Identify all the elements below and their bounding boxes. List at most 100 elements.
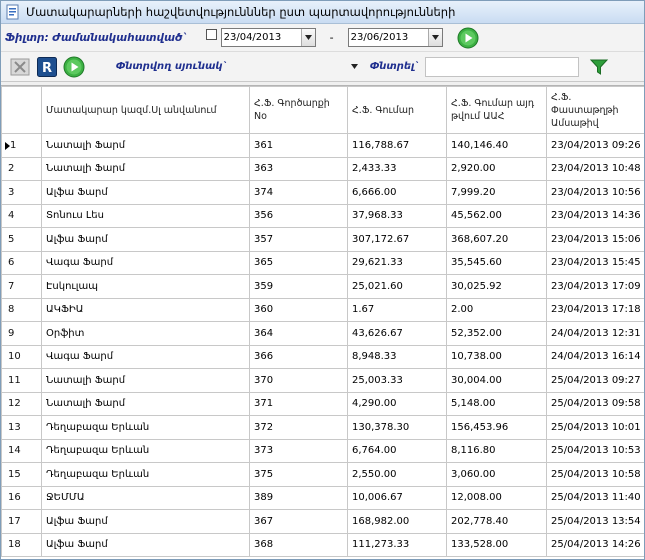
invoice-number-cell: 368 bbox=[249, 532, 348, 557]
supplier-name-cell: Դեղաբազա Երևան bbox=[41, 438, 250, 463]
supplier-name-cell: ԱԿՖԻԱ bbox=[41, 297, 250, 322]
amount-with-vat-cell: 156,453.96 bbox=[446, 415, 547, 440]
column-header-invoice-number[interactable]: Հ.Ֆ. Գործարքի No bbox=[249, 86, 348, 134]
search-input[interactable] bbox=[425, 56, 580, 77]
amount-with-vat-cell: 5,148.00 bbox=[446, 391, 547, 416]
supplier-name-cell: Տոնուս Լես bbox=[41, 203, 250, 228]
amount-with-vat-cell: 30,004.00 bbox=[446, 368, 547, 393]
supplier-name-cell: Ալֆա Ֆարմ bbox=[41, 227, 250, 252]
invoice-amount-cell: 25,003.33 bbox=[347, 368, 447, 393]
supplier-name-cell: Նատալի Ֆարմ bbox=[41, 156, 250, 181]
amount-with-vat-cell: 140,146.40 bbox=[446, 133, 547, 158]
document-date-cell: 23/04/2013 10:56 bbox=[546, 180, 644, 205]
date-to-value: 23/06/2013 bbox=[350, 32, 409, 43]
amount-with-vat-cell: 202,778.40 bbox=[446, 509, 547, 534]
row-number-cell[interactable]: 4 bbox=[1, 203, 42, 228]
supplier-name-cell: Ալֆա Ֆարմ bbox=[41, 509, 250, 534]
table-row[interactable]: 16 ՋԵՄՄԱ 389 10,006.67 12,008.00 25/04/2013 1… bbox=[1, 485, 644, 510]
amount-with-vat-cell: 12,008.00 bbox=[446, 485, 547, 510]
row-number-cell[interactable]: 14 bbox=[1, 438, 42, 463]
date-range-separator: - bbox=[329, 31, 334, 44]
current-row-arrow-icon bbox=[5, 142, 10, 150]
search-column-select[interactable] bbox=[246, 57, 358, 76]
row-number: 12 bbox=[8, 398, 21, 410]
amount-with-vat-cell: 10,738.00 bbox=[446, 344, 547, 369]
row-number-cell[interactable]: 1 bbox=[1, 133, 42, 158]
window-title: Մատակարարների հաշվետվությունններ ըստ պար… bbox=[26, 5, 456, 19]
row-number-cell[interactable]: 5 bbox=[1, 227, 42, 252]
table-row[interactable]: 8 ԱԿՖԻԱ 360 1.67 2.00 23/04/2013 17:18 bbox=[1, 297, 644, 322]
table-row[interactable]: 10 Վագա Ֆարմ 366 8,948.33 10,738.00 24/04/201… bbox=[1, 344, 644, 369]
column-header-document-date[interactable]: Հ.Ֆ. Փաստաթղթի Ամսաթիվ bbox=[546, 86, 644, 134]
supplier-name-cell: Ալֆա Ֆարմ bbox=[41, 180, 250, 205]
table-row[interactable]: 2 Նատալի Ֆարմ 363 2,433.33 2,920.00 23/04/201… bbox=[1, 156, 644, 181]
column-header-row-index[interactable] bbox=[1, 86, 42, 134]
row-number: 16 bbox=[8, 492, 21, 504]
table-row[interactable]: 3 Ալֆա Ֆարմ 374 6,666.00 7,999.20 23/04/2013 … bbox=[1, 180, 644, 205]
row-number-cell[interactable]: 17 bbox=[1, 509, 42, 534]
amount-with-vat-cell: 368,607.20 bbox=[446, 227, 547, 252]
document-date-cell: 25/04/2013 14:26 bbox=[546, 532, 644, 557]
supplier-name-cell: Նատալի Ֆարմ bbox=[41, 133, 250, 158]
report-window: Մատակարարների հաշվետվությունններ ըստ պար… bbox=[0, 0, 645, 560]
amount-with-vat-cell: 30,025.92 bbox=[446, 274, 547, 299]
document-date-cell: 23/04/2013 09:26 bbox=[546, 133, 644, 158]
invoice-number-cell: 363 bbox=[249, 156, 348, 181]
table-row[interactable]: 18 Ալֆա Ֆարմ 368 111,273.33 133,528.00 25/04/… bbox=[1, 532, 644, 557]
data-grid[interactable]: Մատակարար կազմ.Սլ անվանում Հ.Ֆ. Գործարքի… bbox=[1, 85, 644, 559]
excel-export-icon[interactable] bbox=[9, 56, 31, 78]
row-number-cell[interactable]: 6 bbox=[1, 250, 42, 275]
row-number: 4 bbox=[8, 210, 15, 222]
column-header-supplier-name[interactable]: Մատակարար կազմ.Սլ անվանում bbox=[41, 86, 250, 134]
document-date-cell: 24/04/2013 12:31 bbox=[546, 321, 644, 346]
row-number-cell[interactable]: 8 bbox=[1, 297, 42, 322]
invoice-number-cell: 367 bbox=[249, 509, 348, 534]
date-from-picker[interactable]: 23/04/2013 bbox=[220, 28, 316, 47]
table-row[interactable]: 13 Դեղաբազա Երևան 372 130,378.30 156,453.96 2… bbox=[1, 415, 644, 440]
invoice-number-cell: 372 bbox=[249, 415, 348, 440]
row-number-cell[interactable]: 15 bbox=[1, 462, 42, 487]
row-number-cell[interactable]: 9 bbox=[1, 321, 42, 346]
table-row[interactable]: 15 Դեղաբազա Երևան 375 2,550.00 3,060.00 25/04… bbox=[1, 462, 644, 487]
r-report-icon[interactable]: R bbox=[36, 56, 58, 78]
green-play-icon[interactable] bbox=[63, 56, 85, 78]
row-number-cell[interactable]: 10 bbox=[1, 344, 42, 369]
grid-header-row: Մատակարար կազմ.Սլ անվանում Հ.Ֆ. Գործարքի… bbox=[1, 86, 644, 134]
invoice-amount-cell: 168,982.00 bbox=[347, 509, 447, 534]
row-number-cell[interactable]: 11 bbox=[1, 368, 42, 393]
amount-with-vat-cell: 3,060.00 bbox=[446, 462, 547, 487]
row-number-cell[interactable]: 3 bbox=[1, 180, 42, 205]
table-row[interactable]: 11 Նատալի Ֆարմ 370 25,003.33 30,004.00 25/04/… bbox=[1, 368, 644, 393]
supplier-name-cell: ՋԵՄՄԱ bbox=[41, 485, 250, 510]
date-from-dropdown-button[interactable] bbox=[300, 29, 315, 46]
table-row[interactable]: 6 Վագա Ֆարմ 365 29,621.33 35,545.60 23/04/201… bbox=[1, 250, 644, 275]
invoice-number-cell: 365 bbox=[249, 250, 348, 275]
invoice-number-cell: 360 bbox=[249, 297, 348, 322]
column-header-amount-with-vat[interactable]: Հ.Ֆ. Գումար այդ թվում ԱԱՀ bbox=[446, 86, 547, 134]
table-row[interactable]: 12 Նատալի Ֆարմ 371 4,290.00 5,148.00 25/04/20… bbox=[1, 391, 644, 416]
invoice-number-cell: 371 bbox=[249, 391, 348, 416]
table-row[interactable]: 9 Օրֆիտ 364 43,626.67 52,352.00 24/04/2013 12… bbox=[1, 321, 644, 346]
apply-filter-play-icon[interactable] bbox=[457, 27, 479, 49]
column-header-invoice-amount[interactable]: Հ.Ֆ. Գումար bbox=[347, 86, 447, 134]
row-number-cell[interactable]: 16 bbox=[1, 485, 42, 510]
table-row[interactable]: 1 Նատալի Ֆարմ 361 116,788.67 140,146.40 23/04… bbox=[1, 133, 644, 158]
filter-enable-checkbox[interactable] bbox=[205, 29, 217, 40]
date-to-dropdown-button[interactable] bbox=[427, 29, 442, 46]
row-number-cell[interactable]: 18 bbox=[1, 532, 42, 557]
row-number-cell[interactable]: 12 bbox=[1, 391, 42, 416]
table-row[interactable]: 17 Ալֆա Ֆարմ 367 168,982.00 202,778.40 25/04/… bbox=[1, 509, 644, 534]
table-row[interactable]: 5 Ալֆա Ֆարմ 357 307,172.67 368,607.20 23/04/2… bbox=[1, 227, 644, 252]
supplier-name-cell: Օրֆիտ bbox=[41, 321, 250, 346]
table-row[interactable]: 7 Էսկուլապ 359 25,021.60 30,025.92 23/04/2013… bbox=[1, 274, 644, 299]
row-number-cell[interactable]: 13 bbox=[1, 415, 42, 440]
supplier-name-cell: Դեղաբազա Երևան bbox=[41, 415, 250, 440]
green-funnel-icon[interactable] bbox=[589, 57, 609, 77]
amount-with-vat-cell: 8,116.80 bbox=[446, 438, 547, 463]
row-number-cell[interactable]: 2 bbox=[1, 156, 42, 181]
date-to-picker[interactable]: 23/06/2013 bbox=[347, 28, 443, 47]
invoice-amount-cell: 43,626.67 bbox=[347, 321, 447, 346]
table-row[interactable]: 14 Դեղաբազա Երևան 373 6,764.00 8,116.80 25/04… bbox=[1, 438, 644, 463]
table-row[interactable]: 4 Տոնուս Լես 356 37,968.33 45,562.00 23/04/20… bbox=[1, 203, 644, 228]
row-number-cell[interactable]: 7 bbox=[1, 274, 42, 299]
